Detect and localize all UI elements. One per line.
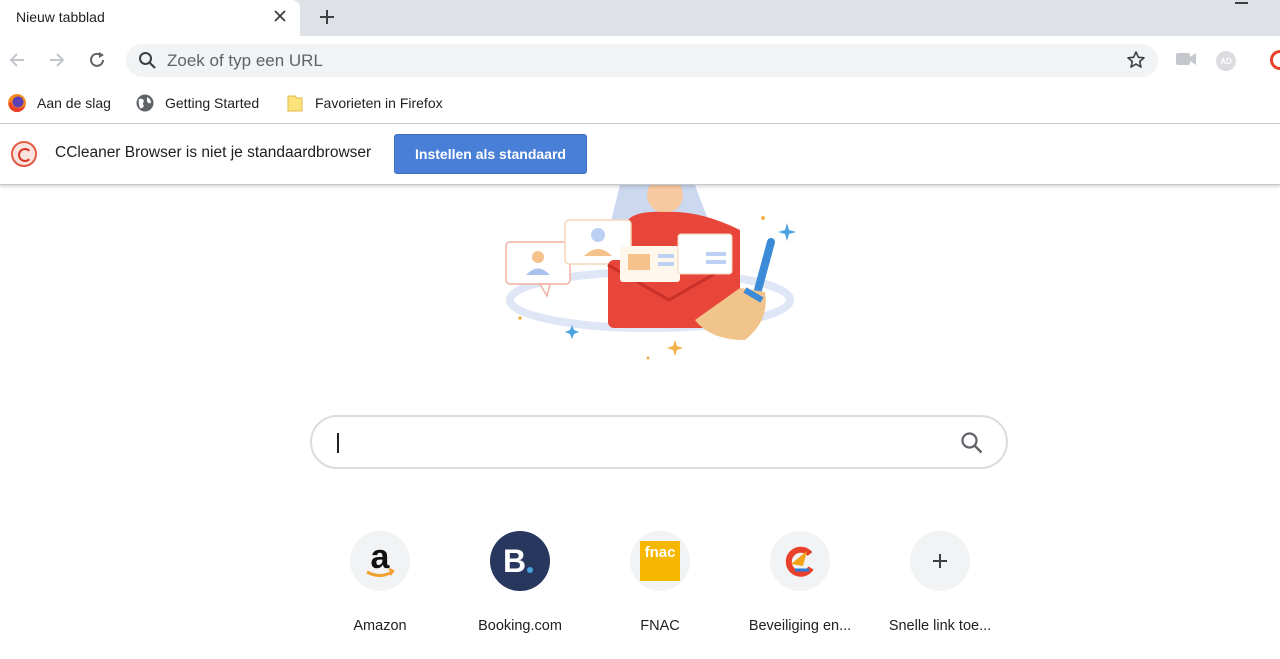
- shortcut-booking[interactable]: B Booking.com: [470, 530, 570, 640]
- ccleaner-extension-icon[interactable]: [1270, 50, 1280, 70]
- shortcut-label: Beveiliging en...: [748, 618, 852, 634]
- bookmark-label: Getting Started: [165, 95, 260, 111]
- booking-dot: [527, 567, 534, 573]
- plus-icon: [910, 531, 970, 591]
- search-icon: [138, 51, 157, 75]
- booking-icon: B: [490, 531, 550, 591]
- shortcut-label: Amazon: [353, 618, 407, 634]
- toolbar: Zoek of typ een URL AD: [0, 36, 1280, 85]
- firefox-icon: [7, 93, 27, 113]
- default-browser-infobar: CCleaner Browser is niet je standaardbro…: [0, 123, 1280, 185]
- tab-title: Nieuw tabblad: [16, 9, 105, 25]
- tab-new-tab[interactable]: Nieuw tabblad: [0, 0, 300, 36]
- close-icon[interactable]: [270, 6, 290, 26]
- profile-avatar[interactable]: AD: [1216, 51, 1236, 71]
- reload-icon[interactable]: [85, 48, 109, 72]
- svg-text:a: a: [371, 539, 391, 576]
- shortcut-amazon[interactable]: a Amazon: [330, 530, 430, 640]
- bookmark-label: Favorieten in Firefox: [315, 95, 443, 111]
- text-caret: [337, 433, 339, 453]
- set-default-button[interactable]: Instellen als standaard: [394, 134, 587, 174]
- omnibox-placeholder: Zoek of typ een URL: [167, 51, 323, 70]
- fnac-icon: fnac: [630, 531, 690, 591]
- globe-icon: [135, 93, 155, 113]
- bookmark-aan-de-slag[interactable]: Aan de slag: [7, 91, 111, 115]
- amazon-icon: a: [350, 531, 410, 591]
- fnac-badge: fnac: [640, 541, 680, 581]
- omnibox[interactable]: Zoek of typ een URL: [126, 44, 1158, 77]
- shortcut-label: FNAC: [640, 618, 680, 634]
- bookmark-label: Aan de slag: [37, 95, 111, 111]
- ntp-search-input[interactable]: [310, 415, 1008, 469]
- shortcut-fnac[interactable]: fnac FNAC: [610, 530, 710, 640]
- shortcut-label: Snelle link toe...: [888, 618, 992, 634]
- infobar-message: CCleaner Browser is niet je standaardbro…: [55, 144, 372, 161]
- ccleaner-icon: [770, 531, 830, 591]
- minimize-icon[interactable]: [1234, 0, 1250, 4]
- video-icon[interactable]: [1175, 51, 1197, 72]
- star-icon[interactable]: [1126, 50, 1146, 75]
- shortcut-label: Booking.com: [478, 618, 562, 634]
- search-icon[interactable]: [960, 431, 984, 460]
- tab-strip: Nieuw tabblad: [0, 0, 1280, 36]
- bookmark-getting-started[interactable]: Getting Started: [135, 91, 259, 115]
- forward-icon[interactable]: [45, 48, 69, 72]
- shortcut-tiles: a Amazon B Booking.com fnac FNAC Beveili…: [330, 530, 1010, 640]
- booking-letter: B: [502, 542, 527, 579]
- back-icon[interactable]: [5, 48, 29, 72]
- folder-icon: [285, 93, 305, 113]
- shortcut-beveiliging[interactable]: Beveiliging en...: [749, 530, 851, 640]
- new-tab-button[interactable]: [314, 4, 340, 30]
- ccleaner-browser-icon: [11, 141, 37, 167]
- bookmarks-bar: Aan de slag Getting Started Favorieten i…: [0, 85, 1280, 123]
- shortcut-add[interactable]: Snelle link toe...: [889, 530, 991, 640]
- bookmark-favorieten-in-firefox[interactable]: Favorieten in Firefox: [285, 91, 443, 115]
